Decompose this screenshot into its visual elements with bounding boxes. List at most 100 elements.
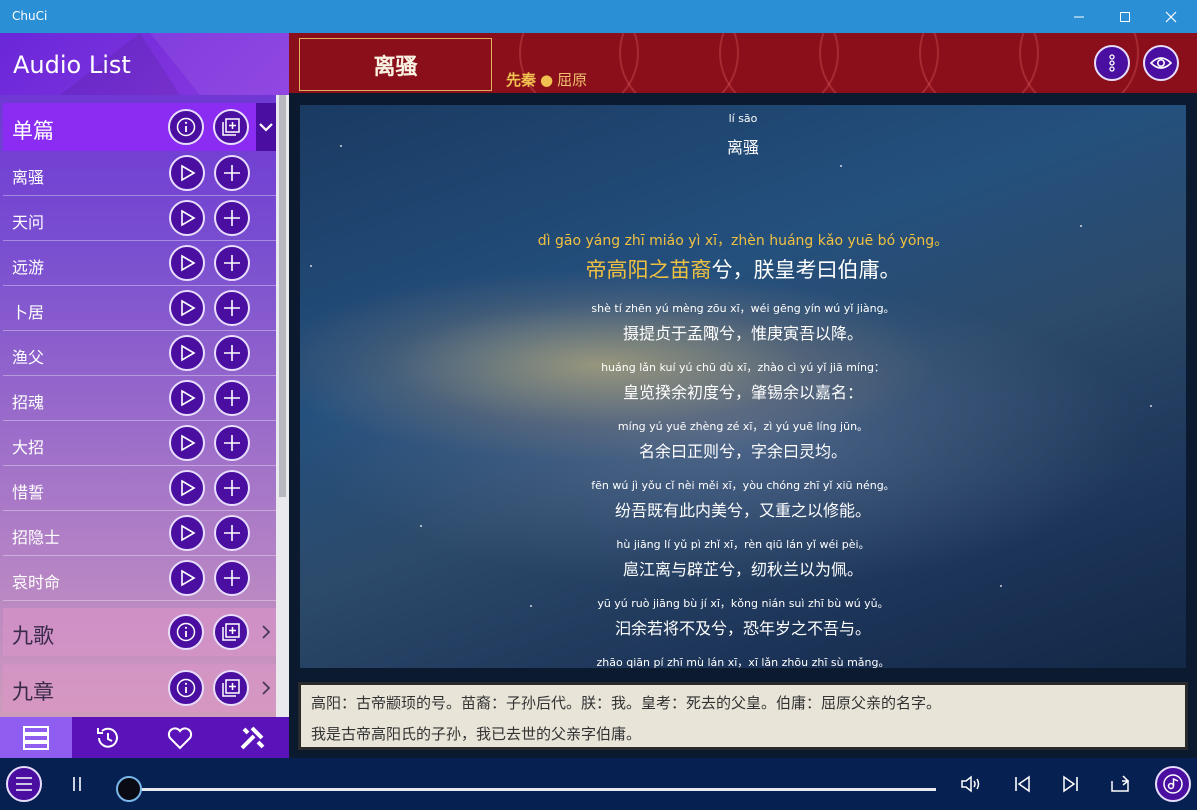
list-item[interactable]: 招隐士	[3, 511, 276, 556]
expand-button[interactable]	[256, 664, 276, 712]
list-item[interactable]: 哀时命	[3, 556, 276, 601]
list-item-label: 远游	[12, 258, 45, 277]
menu-button[interactable]	[6, 766, 42, 802]
play-button[interactable]	[169, 335, 205, 371]
line-hanzi: 扈江离与辟芷兮，纫秋兰以为佩。	[622, 560, 863, 579]
list-item-label: 惜誓	[12, 483, 45, 502]
menu-icon	[16, 777, 32, 791]
add-to-playlist-button[interactable]	[214, 290, 250, 326]
now-playing-button[interactable]	[1155, 766, 1191, 802]
play-button[interactable]	[169, 560, 205, 596]
poem-text-area[interactable]: lí sāo 离骚 dì gāo yáng zhī miáo yì xī，zhè…	[300, 105, 1186, 668]
repeat-button[interactable]	[1106, 772, 1134, 796]
play-icon	[181, 254, 196, 272]
line-pinyin: zhāo qiān pí zhī mù lán xī，xī lǎn zhōu z…	[596, 656, 890, 668]
play-icon	[181, 164, 196, 182]
add-to-playlist-button[interactable]	[214, 425, 250, 461]
add-to-playlist-button[interactable]	[214, 155, 250, 191]
list-item[interactable]: 远游	[3, 241, 276, 286]
more-options-button[interactable]	[1094, 45, 1130, 81]
play-button[interactable]	[169, 470, 205, 506]
group-header-single[interactable]: 单篇	[3, 103, 276, 151]
info-button[interactable]	[168, 670, 204, 706]
add-to-playlist-button[interactable]	[214, 380, 250, 416]
add-all-button[interactable]	[213, 670, 249, 706]
annotation-box: 高阳：古帝颛顼的号。苗裔：子孙后代。朕：我。皇考：死去的父皇。伯庸：屈原父亲的名…	[298, 682, 1188, 750]
play-button[interactable]	[169, 155, 205, 191]
title-bar: ChuCi	[0, 0, 1197, 33]
progress-knob[interactable]	[116, 776, 142, 802]
title-pinyin: lí sāo	[728, 112, 758, 125]
add-all-button[interactable]	[213, 614, 249, 650]
maximize-button[interactable]	[1102, 0, 1148, 33]
info-button[interactable]	[168, 614, 204, 650]
group-header-jiuzhang[interactable]: 九章	[3, 664, 276, 712]
add-to-playlist-icon	[222, 679, 240, 697]
add-to-playlist-button[interactable]	[214, 470, 250, 506]
tools-icon	[240, 726, 265, 749]
close-icon	[1165, 11, 1177, 22]
minimize-button[interactable]	[1056, 0, 1102, 33]
volume-button[interactable]	[958, 772, 986, 796]
add-to-playlist-button[interactable]	[214, 335, 250, 371]
play-icon	[181, 344, 196, 362]
tab-audio-list[interactable]	[0, 717, 72, 758]
poem-author-name: 屈原	[557, 71, 588, 89]
add-to-playlist-button[interactable]	[214, 245, 250, 281]
play-button[interactable]	[169, 380, 205, 416]
line-pinyin: míng yú yuē zhèng zé xī，zì yú yuē líng j…	[617, 420, 869, 433]
playlist-music-icon	[1163, 774, 1183, 794]
pause-button[interactable]	[64, 774, 90, 794]
group-header-jiuge[interactable]: 九歌	[3, 608, 276, 656]
expand-button[interactable]	[256, 608, 276, 656]
plus-icon	[224, 435, 240, 451]
line-pinyin: yū yú ruò jiāng bù jí xī，kǒng nián suì z…	[597, 597, 889, 610]
window-title: ChuCi	[12, 9, 48, 23]
plus-icon	[224, 570, 240, 586]
progress-track[interactable]	[128, 788, 936, 791]
tab-tools[interactable]	[216, 717, 288, 758]
tab-history[interactable]	[72, 717, 144, 758]
plus-icon	[224, 390, 240, 406]
add-to-playlist-button[interactable]	[214, 560, 250, 596]
next-button[interactable]	[1057, 772, 1085, 796]
close-button[interactable]	[1148, 0, 1194, 33]
list-item[interactable]: 惜誓	[3, 466, 276, 511]
previous-button[interactable]	[1008, 772, 1036, 796]
line-hanzi: 名余曰正则兮，字余曰灵均。	[638, 442, 847, 461]
line-hanzi: 皇览揆余初度兮，肇锡余以嘉名：	[622, 383, 863, 402]
scrollbar-thumb[interactable]	[279, 95, 286, 497]
plus-icon	[224, 210, 240, 226]
next-icon	[1063, 775, 1078, 793]
play-button[interactable]	[169, 245, 205, 281]
poem-header-band: 离骚 先秦 ● 屈原	[289, 33, 1197, 93]
play-button[interactable]	[169, 515, 205, 551]
list-item[interactable]: 渔父	[3, 331, 276, 376]
audio-list-panel: Audio List 单篇 离骚 天问 远游 卜居 渔父 招魂 大招 惜誓 招隐士 哀时命 九歌	[0, 33, 289, 758]
plus-icon	[224, 300, 240, 316]
view-toggle-button[interactable]	[1143, 45, 1179, 81]
list-item[interactable]: 天问	[3, 196, 276, 241]
list-scrollbar[interactable]	[276, 95, 289, 717]
list-item[interactable]: 招魂	[3, 376, 276, 421]
current-pinyin: dì gāo yáng zhī miáo yì xī，zhèn huáng kǎ…	[537, 233, 949, 249]
play-button[interactable]	[169, 200, 205, 236]
poem-author: 先秦 ● 屈原	[506, 69, 587, 90]
tab-favorites[interactable]	[144, 717, 216, 758]
list-item[interactable]: 大招	[3, 421, 276, 466]
play-button[interactable]	[169, 290, 205, 326]
add-to-playlist-button[interactable]	[214, 200, 250, 236]
group-name: 九歌	[12, 624, 54, 648]
list-item[interactable]: 卜居	[3, 286, 276, 331]
current-hanzi-rest: 兮，朕皇考曰伯庸。	[711, 258, 901, 282]
info-button[interactable]	[168, 109, 204, 145]
add-to-playlist-button[interactable]	[214, 515, 250, 551]
play-icon	[181, 389, 196, 407]
add-all-button[interactable]	[213, 109, 249, 145]
play-button[interactable]	[169, 425, 205, 461]
heart-icon	[167, 726, 193, 749]
list-item[interactable]: 离骚	[3, 151, 276, 196]
collapse-button[interactable]	[256, 103, 276, 151]
info-icon	[176, 622, 196, 642]
app-window: ChuCi Audio List 单篇 离骚 天问 远游 卜居 渔父 招魂 大招…	[0, 0, 1197, 810]
